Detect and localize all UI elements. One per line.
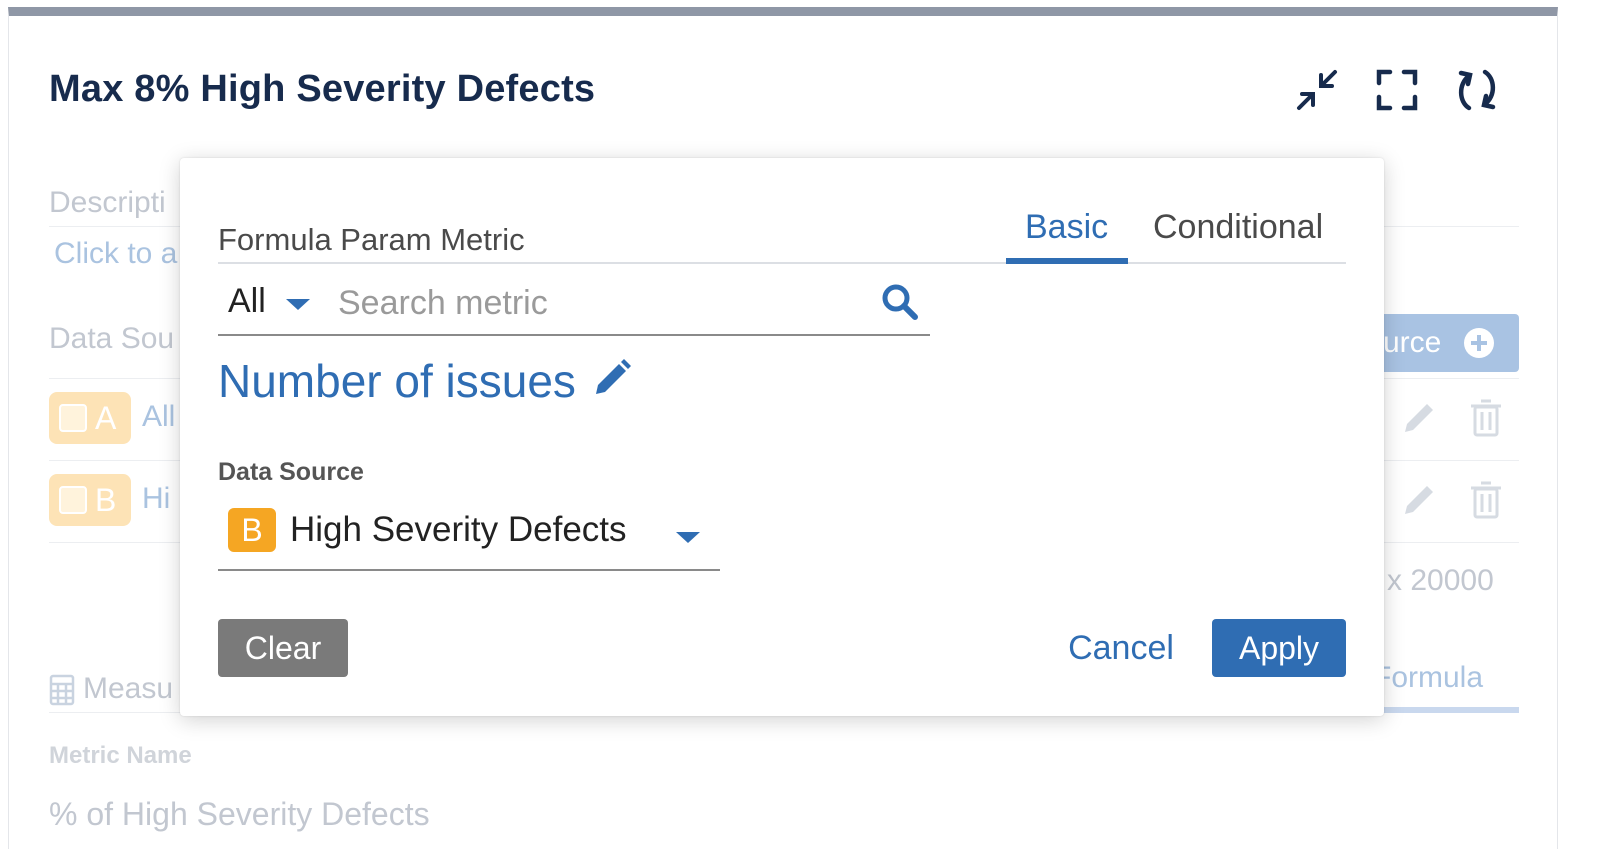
source-row-b-label: Hi xyxy=(142,482,171,515)
tabs-divider xyxy=(218,262,1346,264)
apply-button[interactable]: Apply xyxy=(1212,619,1346,677)
description-placeholder[interactable]: Click to a xyxy=(54,237,177,271)
chevron-down-icon xyxy=(676,532,700,543)
tab-formula[interactable]: Formula xyxy=(1373,661,1483,695)
source-row-a-label: All xyxy=(142,400,176,433)
source-badge-b[interactable]: B xyxy=(49,474,131,526)
minimize-icon[interactable] xyxy=(1293,66,1341,114)
filter-dropdown-value: All xyxy=(228,282,266,320)
cancel-button[interactable]: Cancel xyxy=(1056,619,1186,677)
pencil-icon[interactable] xyxy=(592,358,632,398)
tab-conditional[interactable]: Conditional xyxy=(1153,208,1323,247)
source-letter: A xyxy=(95,400,117,436)
data-source-badge: B xyxy=(228,508,276,552)
formula-tab-underline xyxy=(1379,707,1519,713)
metric-name-value[interactable]: % of High Severity Defects xyxy=(49,796,430,833)
refresh-icon[interactable] xyxy=(1453,66,1501,114)
plus-circle-icon xyxy=(1464,328,1494,358)
search-metric-input[interactable] xyxy=(338,276,878,330)
tab-basic[interactable]: Basic xyxy=(1025,208,1108,247)
trash-icon[interactable] xyxy=(1469,398,1503,438)
formula-param-metric-dialog: Formula Param Metric Basic Conditional A… xyxy=(180,158,1384,716)
chevron-down-icon xyxy=(286,299,310,310)
data-sources-label: Data Sou xyxy=(49,322,175,355)
clear-button[interactable]: Clear xyxy=(218,619,348,677)
source-badge-a[interactable]: A xyxy=(49,392,131,444)
add-source-label: urce xyxy=(1383,326,1442,359)
search-icon[interactable] xyxy=(880,282,920,322)
data-source-underline xyxy=(218,569,720,571)
source-letter: B xyxy=(95,482,117,518)
edit-icon[interactable] xyxy=(1399,398,1439,438)
fullscreen-icon[interactable] xyxy=(1373,66,1421,114)
edit-icon[interactable] xyxy=(1399,480,1439,520)
checkbox-icon[interactable] xyxy=(59,486,87,514)
dialog-label: Formula Param Metric xyxy=(218,222,525,257)
active-tab-indicator xyxy=(1006,258,1128,264)
data-source-label: Data Source xyxy=(218,458,364,486)
search-underline xyxy=(218,334,930,336)
checkbox-icon[interactable] xyxy=(59,404,87,432)
trash-icon[interactable] xyxy=(1469,480,1503,520)
max-value-text: x 20000 xyxy=(1387,564,1494,597)
panel-title: Max 8% High Severity Defects xyxy=(49,68,596,110)
description-label: Descripti xyxy=(49,186,166,219)
metric-name-title: Number of issues xyxy=(218,355,576,407)
measures-label: Measu xyxy=(83,672,174,705)
calculator-icon xyxy=(49,674,75,706)
data-source-value: High Severity Defects xyxy=(290,510,627,549)
metric-name-label: Metric Name xyxy=(49,742,192,769)
